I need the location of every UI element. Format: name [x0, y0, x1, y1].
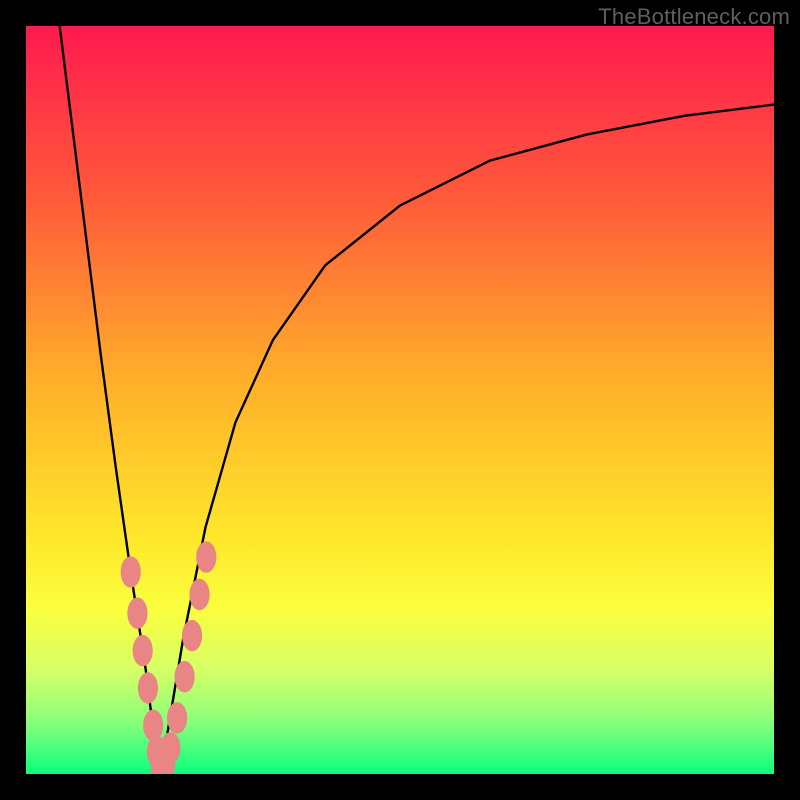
chart-svg	[26, 26, 774, 774]
marker-10	[174, 661, 194, 692]
marker-4	[143, 710, 163, 741]
marker-12	[189, 579, 209, 610]
marker-11	[182, 620, 202, 651]
marker-8	[160, 732, 180, 763]
chart-area	[26, 26, 774, 774]
marker-0	[121, 556, 141, 587]
marker-2	[133, 635, 153, 666]
marker-3	[138, 672, 158, 703]
marker-9	[167, 702, 187, 733]
outer-frame: TheBottleneck.com	[0, 0, 800, 800]
marker-1	[127, 597, 147, 628]
marker-13	[196, 541, 216, 572]
